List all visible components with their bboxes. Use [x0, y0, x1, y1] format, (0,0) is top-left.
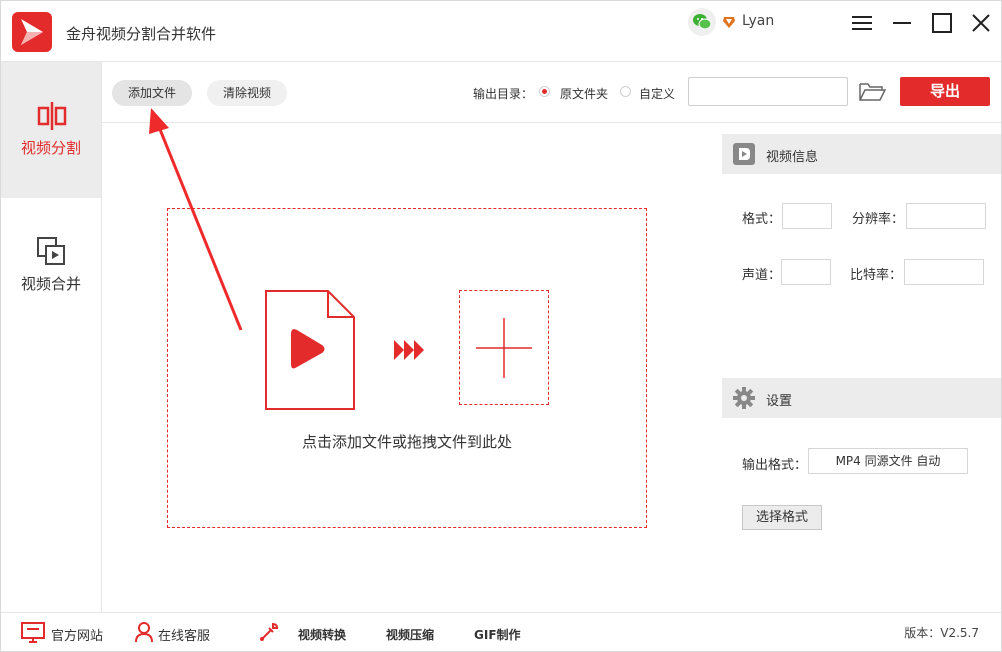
settings-title: 设置: [766, 394, 793, 409]
user-support-icon: [135, 622, 153, 643]
add-file-target[interactable]: [459, 290, 549, 405]
sidebar: 视频分割 视频合并: [1, 62, 102, 612]
sidebar-item-label: 视频分割: [20, 139, 81, 157]
video-info-icon: [733, 143, 755, 165]
resolution-label: 分辨率：: [852, 212, 905, 227]
title-bar: 金舟视频分割合并软件 Lyan: [1, 1, 1001, 62]
settings-header: 设置: [722, 378, 1001, 418]
split-icon: [36, 100, 68, 132]
sidebar-item-merge[interactable]: 视频合并: [1, 198, 101, 334]
video-info-title: 视频信息: [766, 150, 819, 165]
wechat-icon[interactable]: [688, 8, 716, 36]
output-format-field: MP4 同源文件 自动: [808, 448, 968, 474]
format-field: [782, 203, 832, 229]
export-button[interactable]: 导出: [900, 77, 990, 106]
radio-source-folder[interactable]: [539, 86, 550, 97]
output-dir-label: 输出目录：: [473, 87, 534, 101]
folder-open-icon[interactable]: [858, 80, 887, 106]
app-window: 金舟视频分割合并软件 Lyan 视频分割 视频合并 添加文件 清除视频 输出目录…: [0, 0, 1002, 652]
gear-icon: [733, 387, 755, 409]
clear-video-button[interactable]: 清除视频: [207, 80, 287, 106]
arrows-forward-icon: [394, 340, 424, 360]
footer: 官方网站 在线客服 视频转换 视频压缩 GIF制作 版本：V2.5.7: [1, 612, 1001, 651]
drop-zone[interactable]: 点击添加文件或拖拽文件到此处: [167, 208, 647, 528]
gif-maker-link[interactable]: GIF制作: [474, 626, 521, 643]
channel-label: 声道：: [742, 268, 782, 283]
version-text: 版本：V2.5.7: [904, 626, 979, 640]
resolution-field: [906, 203, 986, 229]
close-icon[interactable]: [969, 11, 993, 35]
app-title: 金舟视频分割合并软件: [66, 25, 217, 43]
add-file-button[interactable]: 添加文件: [112, 80, 192, 106]
radio-custom-label[interactable]: 自定义: [639, 85, 675, 102]
sidebar-item-label: 视频合并: [20, 275, 81, 293]
maximize-icon[interactable]: [930, 11, 954, 35]
drop-hint: 点击添加文件或拖拽文件到此处: [301, 433, 512, 451]
vip-badge-icon: [722, 15, 736, 33]
minimize-icon[interactable]: [890, 11, 914, 35]
format-label: 格式：: [742, 212, 782, 227]
output-format-label: 输出格式：: [742, 458, 808, 473]
plus-icon: [476, 318, 532, 378]
menu-icon[interactable]: [850, 11, 874, 35]
video-file-icon: [265, 290, 355, 410]
output-path-input[interactable]: [688, 77, 848, 106]
video-convert-link[interactable]: 视频转换: [298, 626, 346, 643]
username[interactable]: Lyan: [742, 13, 774, 29]
app-logo: [12, 12, 52, 52]
support-link[interactable]: 在线客服: [158, 625, 210, 644]
monitor-icon: [21, 622, 45, 643]
channel-field: [781, 259, 831, 285]
choose-format-button[interactable]: 选择格式: [742, 505, 822, 530]
tools-icon: [260, 622, 279, 641]
sidebar-item-split[interactable]: 视频分割: [1, 62, 101, 198]
bitrate-label: 比特率：: [850, 268, 903, 283]
radio-source-label[interactable]: 原文件夹: [560, 85, 608, 102]
video-compress-link[interactable]: 视频压缩: [386, 626, 434, 643]
bitrate-field: [904, 259, 984, 285]
website-link[interactable]: 官方网站: [51, 625, 103, 644]
merge-icon: [36, 236, 68, 268]
radio-custom[interactable]: [620, 86, 631, 97]
video-info-header: 视频信息: [722, 134, 1001, 174]
